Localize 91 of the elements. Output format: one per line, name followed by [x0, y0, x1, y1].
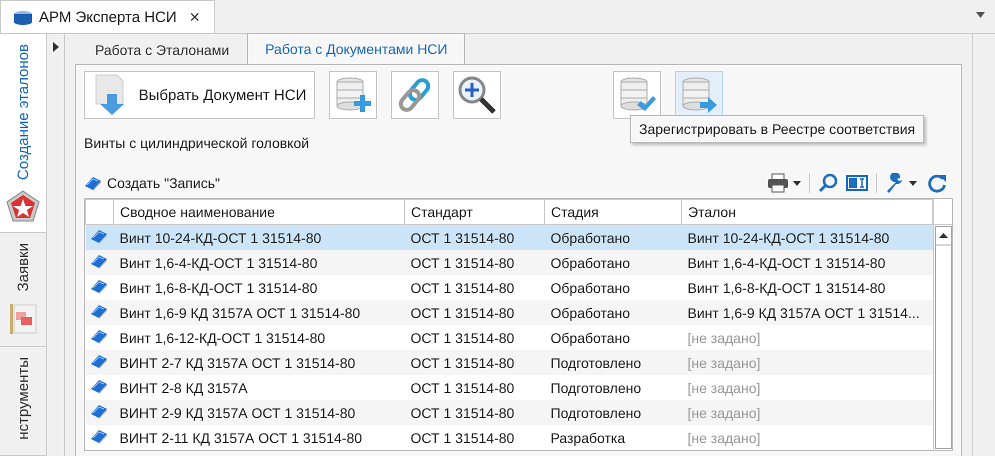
document-tab[interactable]: АРМ Эксперта НСИ × [0, 0, 215, 33]
select-document-button[interactable]: Выбрать Документ НСИ [84, 71, 315, 119]
table-cell: Обработано [544, 325, 682, 350]
table-cell: Обработано [544, 300, 682, 325]
table-cell: [не задано] [682, 425, 932, 450]
approve-button[interactable] [613, 71, 661, 119]
table-cell: ОСТ 1 31514-80 [404, 275, 544, 300]
table-cell: Винт 1,6-8-КД-ОСТ 1 31514-80 [682, 275, 932, 300]
book-icon [90, 228, 108, 244]
tab[interactable]: Работа с Документами НСИ [247, 33, 466, 64]
table-row[interactable]: ВИНТ 2-11 КД 3157А ОСТ 1 31514-80 ОСТ 1 31514-80 Разработка [не задано] [86, 425, 932, 450]
table-cell: ВИНТ 2-9 КД 3157А ОСТ 1 31514-80 [114, 400, 404, 425]
add-record-button[interactable] [329, 71, 377, 119]
table-cell: [не задано] [682, 350, 932, 375]
table-cell: Винт 10-24-КД-ОСТ 1 31514-80 [114, 224, 404, 250]
table-cell: Винт 1,6-8-КД-ОСТ 1 31514-80 [114, 275, 404, 300]
column-header[interactable]: Сводное наименование [114, 200, 404, 224]
tooltip: Зарегистрировать в Реестре соответствия [630, 115, 924, 143]
column-header[interactable]: Эталон [682, 200, 932, 224]
print-icon[interactable] [767, 173, 801, 193]
table-cell: ОСТ 1 31514-80 [404, 224, 544, 250]
document-title: Винты с цилиндрической головкой [84, 135, 310, 151]
table-row[interactable]: ВИНТ 2-7 КД 3157А ОСТ 1 31514-80 ОСТ 1 31514-80 Подготовлено [не задано] [86, 350, 932, 375]
table-cell: Винт 1,6-4-КД-ОСТ 1 31514-80 [682, 250, 932, 275]
table-row[interactable]: Винт 1,6-4-КД-ОСТ 1 31514-80 ОСТ 1 31514-80 Обработано Винт 1,6-4-КД-ОСТ 1 31514-80 [86, 250, 932, 275]
table-cell: Винт 1,6-12-КД-ОСТ 1 31514-80 [114, 325, 404, 350]
table-cell: ОСТ 1 31514-80 [404, 400, 544, 425]
table-cell: Подготовлено [544, 375, 682, 400]
table-cell: Винт 10-24-КД-ОСТ 1 31514-80 [682, 224, 932, 250]
table-cell: [не задано] [682, 400, 932, 425]
table-cell: Разработка [544, 425, 682, 450]
table-row[interactable]: ВИНТ 2-9 КД 3157А ОСТ 1 31514-80 ОСТ 1 31514-80 Подготовлено [не задано] [86, 400, 932, 425]
column-header[interactable]: Стандарт [404, 200, 544, 224]
document-tab-title: АРМ Эксперта НСИ [39, 8, 177, 26]
link-button[interactable] [391, 71, 439, 119]
book-icon [90, 428, 108, 444]
side-tab[interactable]: нструменты [0, 346, 46, 456]
book-icon [90, 303, 108, 319]
pentagon-emblem-icon [6, 190, 40, 222]
book-icon [90, 253, 108, 269]
table-cell: ОСТ 1 31514-80 [404, 425, 544, 450]
app-icon [13, 9, 33, 25]
table-cell: [не задано] [682, 325, 932, 350]
table-row[interactable]: Винт 1,6-9 КД 3157А ОСТ 1 31514-80 ОСТ 1 31514-80 Обработано Винт 1,6-9 КД 3157А ОСТ 1 31514... [86, 300, 932, 325]
vertical-scrollbar[interactable] [934, 225, 954, 450]
zoom-in-button[interactable] [453, 71, 501, 119]
refresh-icon[interactable] [927, 173, 947, 193]
table-cell: Подготовлено [544, 400, 682, 425]
table-cell: [не задано] [682, 375, 932, 400]
side-tab[interactable]: Заявки [0, 233, 46, 346]
table-cell: Обработано [544, 275, 682, 300]
expand-icon[interactable] [52, 42, 59, 52]
table-cell: ОСТ 1 31514-80 [404, 350, 544, 375]
search-icon[interactable] [818, 173, 838, 193]
database-add-icon [334, 75, 372, 115]
book-icon [90, 378, 108, 394]
table-cell: ВИНТ 2-8 КД 3157А [114, 375, 404, 400]
table-cell: Подготовлено [544, 350, 682, 375]
table-row[interactable]: Винт 1,6-8-КД-ОСТ 1 31514-80 ОСТ 1 31514-80 Обработано Винт 1,6-8-КД-ОСТ 1 31514-80 [86, 275, 932, 300]
table-cell: Обработано [544, 224, 682, 250]
book-icon [84, 175, 102, 191]
side-tab[interactable]: Создание эталонов [0, 34, 46, 234]
table-cell: ОСТ 1 31514-80 [404, 375, 544, 400]
side-tab-label: нструменты [14, 356, 32, 440]
side-tab-label: Заявки [14, 243, 32, 292]
table-row[interactable]: Винт 1,6-12-КД-ОСТ 1 31514-80 ОСТ 1 31514-80 Обработано [не задано] [86, 325, 932, 350]
table-cell: Винт 1,6-9 КД 3157А ОСТ 1 31514... [682, 300, 932, 325]
database-arrow-icon [680, 75, 718, 115]
table-row[interactable]: Винт 10-24-КД-ОСТ 1 31514-80 ОСТ 1 31514-80 Обработано Винт 10-24-КД-ОСТ 1 31514-80 [86, 224, 932, 250]
create-record-button[interactable]: Создать "Запись" [84, 175, 220, 191]
caret-icon[interactable] [976, 12, 985, 18]
book-icon [90, 278, 108, 294]
close-button[interactable]: × [187, 6, 202, 28]
table-cell: Обработано [544, 250, 682, 275]
side-tab-label: Создание эталонов [14, 44, 32, 180]
column-header[interactable]: Стадия [544, 200, 682, 224]
book-icon [90, 403, 108, 419]
table-cell: ВИНТ 2-7 КД 3157А ОСТ 1 31514-80 [114, 350, 404, 375]
zoom-in-icon [457, 75, 497, 115]
table-cell: Винт 1,6-4-КД-ОСТ 1 31514-80 [114, 250, 404, 275]
book-icon [90, 328, 108, 344]
table-cell: ОСТ 1 31514-80 [404, 250, 544, 275]
table-row[interactable]: ВИНТ 2-8 КД 3157А ОСТ 1 31514-80 Подготовлено [не задано] [86, 375, 932, 400]
documents-icon [8, 302, 38, 336]
tab[interactable]: Работа с Эталонами [77, 35, 248, 64]
table-cell: ОСТ 1 31514-80 [404, 325, 544, 350]
table-cell: ВИНТ 2-11 КД 3157А ОСТ 1 31514-80 [114, 425, 404, 450]
book-icon [90, 353, 108, 369]
column-chooser-icon[interactable] [846, 174, 868, 192]
table-cell: Винт 1,6-9 КД 3157А ОСТ 1 31514-80 [114, 300, 404, 325]
table-cell: ОСТ 1 31514-80 [404, 300, 544, 325]
